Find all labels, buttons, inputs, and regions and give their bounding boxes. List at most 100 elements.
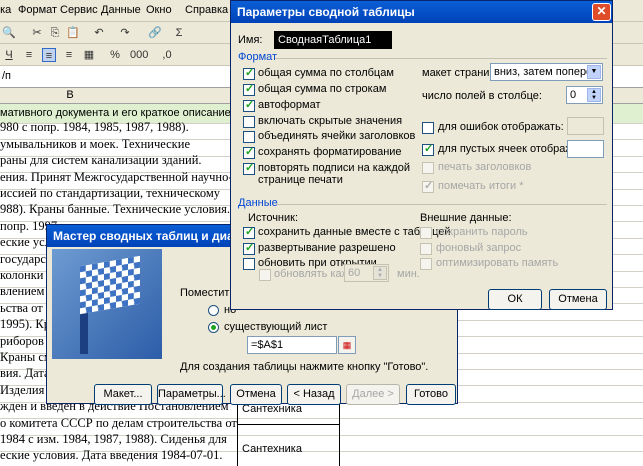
align-center-icon[interactable]: ≡ bbox=[42, 48, 56, 62]
column-header-b[interactable]: B bbox=[60, 89, 80, 101]
decimal-icon[interactable]: ,0 bbox=[160, 48, 174, 62]
back-button[interactable]: < Назад bbox=[287, 384, 341, 405]
menu-item-window[interactable]: Окно bbox=[146, 4, 172, 16]
fields-per-column-input[interactable]: 0 ▲ ▼ bbox=[566, 86, 603, 104]
format-option-label: повторять подписи на каждой bbox=[258, 162, 410, 174]
menu-item-data[interactable]: Данные bbox=[101, 4, 141, 16]
percent-icon[interactable]: 000 bbox=[130, 48, 148, 62]
undo-icon[interactable]: ↶ bbox=[92, 26, 106, 40]
format-option-checkbox[interactable] bbox=[243, 66, 255, 80]
format-option-label: включать скрытые значения bbox=[258, 115, 403, 127]
source-option-label: развертывание разрешено bbox=[258, 242, 396, 254]
format-option-label: общая сумма по столбцам bbox=[258, 67, 394, 79]
source-option-checkbox[interactable] bbox=[243, 225, 255, 239]
empty-cells-value-input[interactable] bbox=[567, 140, 604, 158]
close-icon[interactable]: ✕ bbox=[592, 3, 611, 21]
ok-button[interactable]: ОК bbox=[488, 289, 542, 310]
radio-new-sheet[interactable] bbox=[208, 305, 219, 316]
cancel-button[interactable]: Отмена bbox=[549, 289, 607, 310]
page-layout-select[interactable]: вниз, затем поперек ▼ bbox=[490, 63, 603, 81]
grid-line bbox=[237, 424, 339, 425]
external-option-checkbox[interactable] bbox=[420, 243, 432, 255]
chevron-down-icon: ▼ bbox=[587, 65, 601, 79]
external-option-checkbox[interactable] bbox=[420, 258, 432, 270]
paste-icon[interactable]: 📋 bbox=[66, 26, 80, 40]
underline-icon[interactable]: Ч bbox=[2, 48, 16, 62]
wizard-cancel-button[interactable]: Отмена bbox=[230, 384, 282, 405]
format-section-title: Формат bbox=[238, 51, 278, 63]
format-option-checkbox[interactable] bbox=[243, 98, 255, 112]
format-option-checkbox[interactable] bbox=[243, 82, 255, 96]
refresh-unit-label: мин. bbox=[397, 268, 420, 280]
copy-icon[interactable]: ⎘ bbox=[48, 26, 62, 40]
merge-icon[interactable]: ▦ bbox=[82, 48, 96, 62]
range-picker-icon[interactable]: ▦ bbox=[338, 336, 356, 354]
menu-item-tools[interactable]: Сервис bbox=[60, 4, 98, 16]
format-option-checkbox[interactable] bbox=[243, 145, 255, 159]
pivot-options-dialog: Параметры сводной таблицы ✕ Имя: Сводная… bbox=[230, 0, 613, 310]
mark-totals-checkbox[interactable] bbox=[422, 179, 434, 193]
refresh-minutes-value: 60 bbox=[348, 267, 361, 279]
menu-item-insert[interactable]: рка bbox=[0, 4, 11, 16]
radio-existing-sheet[interactable] bbox=[208, 322, 219, 333]
format-option-checkbox[interactable] bbox=[243, 131, 255, 143]
page-layout-value: вниз, затем поперек bbox=[494, 66, 597, 78]
checkered-flag-icon bbox=[80, 255, 140, 315]
format-option-checkbox[interactable] bbox=[243, 161, 255, 175]
spinner-icon[interactable]: ▲ ▼ bbox=[587, 88, 601, 102]
currency-icon[interactable]: % bbox=[108, 48, 122, 62]
fields-per-column-label: число полей в столбце: bbox=[422, 90, 542, 102]
format-option-label-line2: странице печати bbox=[258, 174, 343, 186]
spinner-icon[interactable]: ▲ ▼ bbox=[373, 266, 387, 280]
wizard-illustration bbox=[52, 249, 162, 359]
section-divider bbox=[277, 204, 607, 205]
finish-button[interactable]: Готово bbox=[406, 384, 456, 405]
sheet-row[interactable]: еские условия. Дата введения 1984-07-01. bbox=[0, 448, 643, 466]
redo-icon[interactable]: ↷ bbox=[118, 26, 132, 40]
external-option-label: сохранить пароль bbox=[436, 226, 528, 238]
mark-totals-label: помечать итоги * bbox=[438, 180, 524, 192]
align-left-icon[interactable]: ≡ bbox=[22, 48, 36, 62]
source-option-checkbox[interactable] bbox=[243, 258, 255, 270]
preview-icon[interactable]: 🔍 bbox=[2, 26, 16, 40]
format-option-label: общая сумма по строкам bbox=[258, 83, 387, 95]
source-option-checkbox[interactable] bbox=[243, 241, 255, 255]
link-icon[interactable]: 🔗 bbox=[148, 26, 162, 40]
refresh-minutes-input[interactable]: 60 ▲ ▼ bbox=[344, 264, 389, 282]
name-label: Имя: bbox=[238, 34, 263, 46]
sum-icon[interactable]: Σ bbox=[172, 26, 186, 40]
options-title: Параметры сводной таблицы bbox=[231, 1, 612, 23]
menu-item-format[interactable]: Формат bbox=[18, 4, 57, 16]
errors-checkbox[interactable] bbox=[422, 122, 434, 134]
empty-cells-checkbox[interactable] bbox=[422, 142, 434, 156]
cut-icon[interactable]: ✂ bbox=[30, 26, 44, 40]
finish-hint: Для создания таблицы нажмите кнопку "Гот… bbox=[180, 361, 429, 373]
fields-per-column-value: 0 bbox=[570, 89, 577, 101]
source-label: Источник: bbox=[248, 212, 299, 224]
radio-existing-sheet-label: существующий лист bbox=[224, 321, 328, 333]
name-input[interactable]: СводнаяТаблица1 bbox=[274, 31, 392, 49]
format-option-label: автоформат bbox=[258, 99, 321, 111]
errors-value-input[interactable] bbox=[567, 117, 604, 135]
errors-label: для ошибок отображать: bbox=[438, 121, 564, 133]
format-option-label: объединять ячейки заголовков bbox=[258, 130, 416, 142]
section-divider bbox=[275, 58, 607, 59]
next-button[interactable]: Далее > bbox=[346, 384, 400, 405]
format-option-checkbox[interactable] bbox=[243, 116, 255, 128]
refresh-every-checkbox[interactable] bbox=[259, 269, 271, 281]
data-section-title: Данные bbox=[238, 197, 278, 209]
format-option-label: сохранять форматирование bbox=[258, 146, 402, 158]
external-data-label: Внешние данные: bbox=[420, 212, 512, 224]
external-option-label: оптимизировать память bbox=[436, 257, 559, 269]
formula-value: /п bbox=[2, 70, 12, 82]
external-option-label: фоновый запрос bbox=[436, 242, 522, 254]
print-titles-checkbox[interactable] bbox=[422, 162, 434, 174]
range-input[interactable]: =$A$1 bbox=[247, 336, 337, 354]
print-titles-label: печать заголовков bbox=[438, 161, 532, 173]
external-option-checkbox[interactable] bbox=[420, 227, 432, 239]
menu-item-help[interactable]: Справка bbox=[185, 4, 228, 16]
layout-button[interactable]: Макет... bbox=[94, 384, 152, 405]
category-cell[interactable]: Сантехника bbox=[242, 443, 302, 455]
align-right-icon[interactable]: ≡ bbox=[62, 48, 76, 62]
params-button[interactable]: Параметры... bbox=[157, 384, 226, 405]
